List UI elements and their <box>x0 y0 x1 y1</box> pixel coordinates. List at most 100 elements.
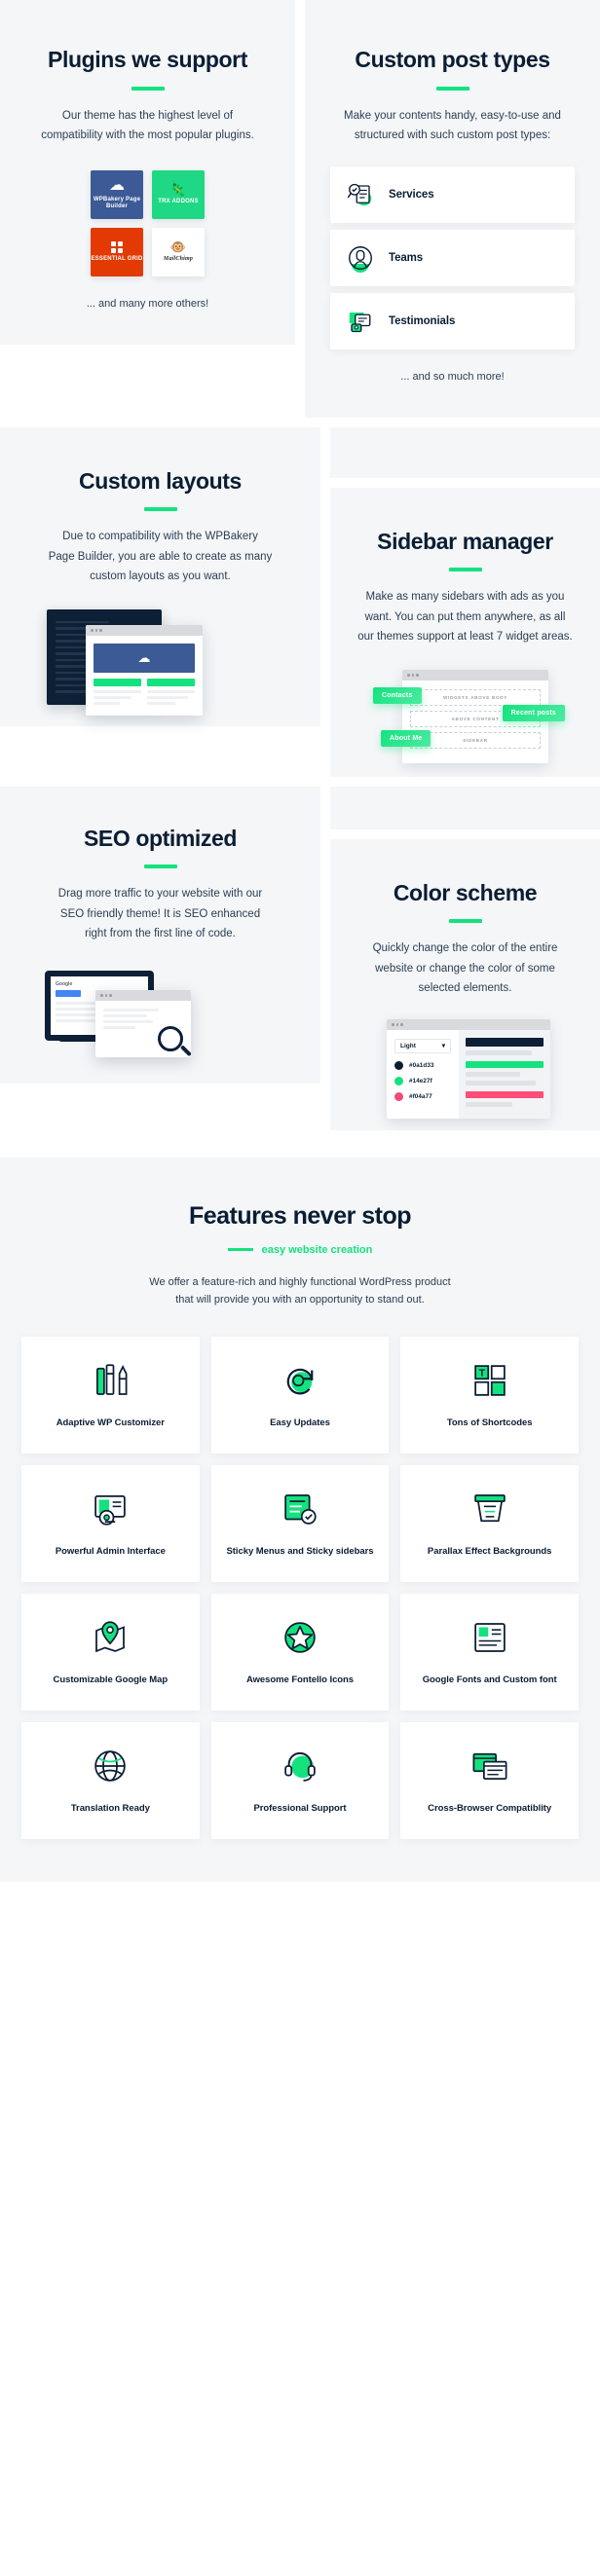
seo-description: Drag more traffic to your website with o… <box>57 888 263 939</box>
feature-card-parallax-effect[interactable]: Parallax Effect Backgrounds <box>400 1465 579 1583</box>
color-swatch-row[interactable]: #f04a77 <box>394 1091 451 1101</box>
scheme-select[interactable]: Light ▾ <box>394 1038 451 1053</box>
title-underline <box>448 919 482 924</box>
post-types-list: Services Teams Testimonials <box>330 166 575 350</box>
color-hex-label: #0a1d33 <box>409 1061 434 1069</box>
title-underline <box>143 865 177 869</box>
feature-label: Professional Support <box>253 1803 347 1815</box>
feature-label: Google Fonts and Custom font <box>422 1674 557 1686</box>
mock-button <box>94 678 141 686</box>
feature-card-google-fonts[interactable]: Google Fonts and Custom font <box>400 1594 579 1711</box>
translation-globe-icon <box>94 1750 127 1782</box>
feature-label: Parallax Effect Backgrounds <box>427 1546 552 1558</box>
services-document-search-icon <box>347 183 372 206</box>
plugin-tile-essential-grid[interactable]: ESSENTIAL GRID <box>91 227 143 276</box>
chevron-down-icon: ▾ <box>441 1043 445 1050</box>
wpbakery-logo-icon: ☁ <box>109 176 125 194</box>
custom-layouts-mockup: ☁ <box>25 608 295 718</box>
post-type-card-testimonials[interactable]: Testimonials <box>330 292 575 350</box>
features-description: We offer a feature-rich and highly funct… <box>149 1275 451 1306</box>
color-panel-mock: Light ▾ #0a1d33 #14e27f #f04a77 <box>387 1018 550 1119</box>
seo-mockup: Google <box>25 965 295 1066</box>
mock-button <box>147 678 195 686</box>
plugins-grid: ☁ WPBakery Page Builder 🦎 TRX ADDONS ESS… <box>25 169 270 276</box>
section-divider <box>330 828 600 839</box>
section-custom-layouts: Custom layouts Due to compatibility with… <box>0 426 320 726</box>
feature-label: Powerful Admin Interface <box>55 1546 166 1558</box>
color-scheme-mockup: Light ▾ #0a1d33 #14e27f #f04a77 <box>356 1018 575 1119</box>
page-title: Plugins we support <box>48 47 247 72</box>
teams-person-circle-icon <box>349 245 372 273</box>
sidebar-manager-title: Sidebar manager <box>377 528 553 554</box>
feature-label: Cross-Browser Compatiblity <box>428 1803 552 1815</box>
browser-dots <box>402 669 548 681</box>
title-underline <box>131 86 165 91</box>
feature-card-tons-of-shortcodes[interactable]: T Tons of Shortcodes <box>400 1337 579 1454</box>
feature-card-fontello-icons[interactable]: Awesome Fontello Icons <box>210 1594 390 1711</box>
color-dot <box>394 1091 403 1101</box>
plugin-tile-trx-addons[interactable]: 🦎 TRX ADDONS <box>152 169 205 219</box>
customizer-tools-icon <box>96 1364 128 1396</box>
feature-card-adaptive-wp-customizer[interactable]: Adaptive WP Customizer <box>21 1337 200 1454</box>
color-scheme-title: Color scheme <box>393 879 538 905</box>
svg-text:T: T <box>478 1368 485 1380</box>
feature-card-easy-updates[interactable]: Easy Updates <box>210 1337 390 1454</box>
features-subtitle-text: easy website creation <box>261 1243 373 1256</box>
post-type-label: Services <box>389 188 434 201</box>
shortcodes-grid-icon: T <box>473 1365 506 1396</box>
row-seo-colorscheme: SEO optimized Drag more traffic to your … <box>0 786 600 1130</box>
section-divider <box>330 477 600 488</box>
hero-image-mock: ☁ <box>94 643 195 673</box>
spacer-panel <box>330 426 600 478</box>
feature-card-cross-browser[interactable]: Cross-Browser Compatiblity <box>400 1722 579 1840</box>
post-type-label: Testimonials <box>389 314 456 327</box>
title-underline <box>435 86 469 91</box>
color-swatch-row[interactable]: #14e27f <box>394 1076 451 1086</box>
feature-card-sticky-menus[interactable]: Sticky Menus and Sticky sidebars <box>210 1465 390 1583</box>
browser-dots <box>95 989 191 1001</box>
row-layouts-sidebar: Custom layouts Due to compatibility with… <box>0 426 600 777</box>
plugin-name: ESSENTIAL GRID <box>91 255 143 262</box>
post-type-card-services[interactable]: Services <box>330 166 575 223</box>
post-type-card-teams[interactable]: Teams <box>330 229 575 286</box>
fontello-star-icon <box>284 1622 316 1653</box>
sticky-menu-check-icon <box>284 1494 317 1525</box>
support-headset-icon <box>284 1752 316 1782</box>
sidebar-badge-about-me[interactable]: About Me <box>381 729 431 747</box>
section-custom-post-types: Custom post types Make your contents han… <box>305 0 600 418</box>
page-root: Plugins we support Our theme has the hig… <box>0 0 600 1883</box>
color-scheme-description: Quickly change the color of the entire w… <box>372 942 558 994</box>
sidebar-manager-mockup: WIDGETS ABOVE BODY ABOVE CONTENT SIDEBAR… <box>356 666 575 767</box>
feature-card-customizable-google-map[interactable]: Customizable Google Map <box>21 1594 200 1711</box>
plugins-footer-note: ... and many more others! <box>86 297 209 310</box>
section-plugins-we-support: Plugins we support Our theme has the hig… <box>0 0 295 345</box>
custom-layouts-title: Custom layouts <box>79 467 242 494</box>
color-hex-label: #f04a77 <box>409 1092 432 1100</box>
plugin-name: WPBakery Page Builder <box>93 196 141 210</box>
feature-card-professional-support[interactable]: Professional Support <box>210 1722 390 1840</box>
updates-refresh-icon <box>286 1368 314 1395</box>
browser-dots <box>86 624 203 636</box>
sidebar-badge-recent-posts[interactable]: Recent posts <box>502 704 565 721</box>
plugin-tile-wpbakery[interactable]: ☁ WPBakery Page Builder <box>91 169 143 219</box>
scheme-select-value: Light <box>400 1042 416 1049</box>
plugin-name: TRX ADDONS <box>158 199 199 205</box>
color-dot <box>394 1076 403 1086</box>
sidebar-badge-contacts[interactable]: Contacts <box>373 686 422 704</box>
title-underline <box>448 568 482 572</box>
browsers-windows-icon <box>472 1753 507 1781</box>
feature-label: Awesome Fontello Icons <box>245 1674 355 1686</box>
color-hex-label: #14e27f <box>409 1077 432 1085</box>
testimonials-speech-bubble-icon <box>349 312 371 333</box>
feature-card-translation-ready[interactable]: Translation Ready <box>21 1722 200 1840</box>
feature-card-powerful-admin-interface[interactable]: Powerful Admin Interface <box>21 1465 200 1583</box>
map-pin-icon <box>95 1621 126 1653</box>
post-types-description: Make your contents handy, easy-to-use an… <box>344 109 561 141</box>
row-plugins-posttypes: Plugins we support Our theme has the hig… <box>0 0 600 418</box>
plugin-tile-mailchimp[interactable]: 🐵 MailChimp <box>152 227 205 276</box>
post-types-title: Custom post types <box>355 47 550 72</box>
feature-label: Easy Updates <box>270 1417 330 1429</box>
seo-title: SEO optimized <box>83 825 238 851</box>
section-seo-optimized: SEO optimized Drag more traffic to your … <box>0 786 320 1084</box>
color-swatch-row[interactable]: #0a1d33 <box>394 1060 451 1070</box>
